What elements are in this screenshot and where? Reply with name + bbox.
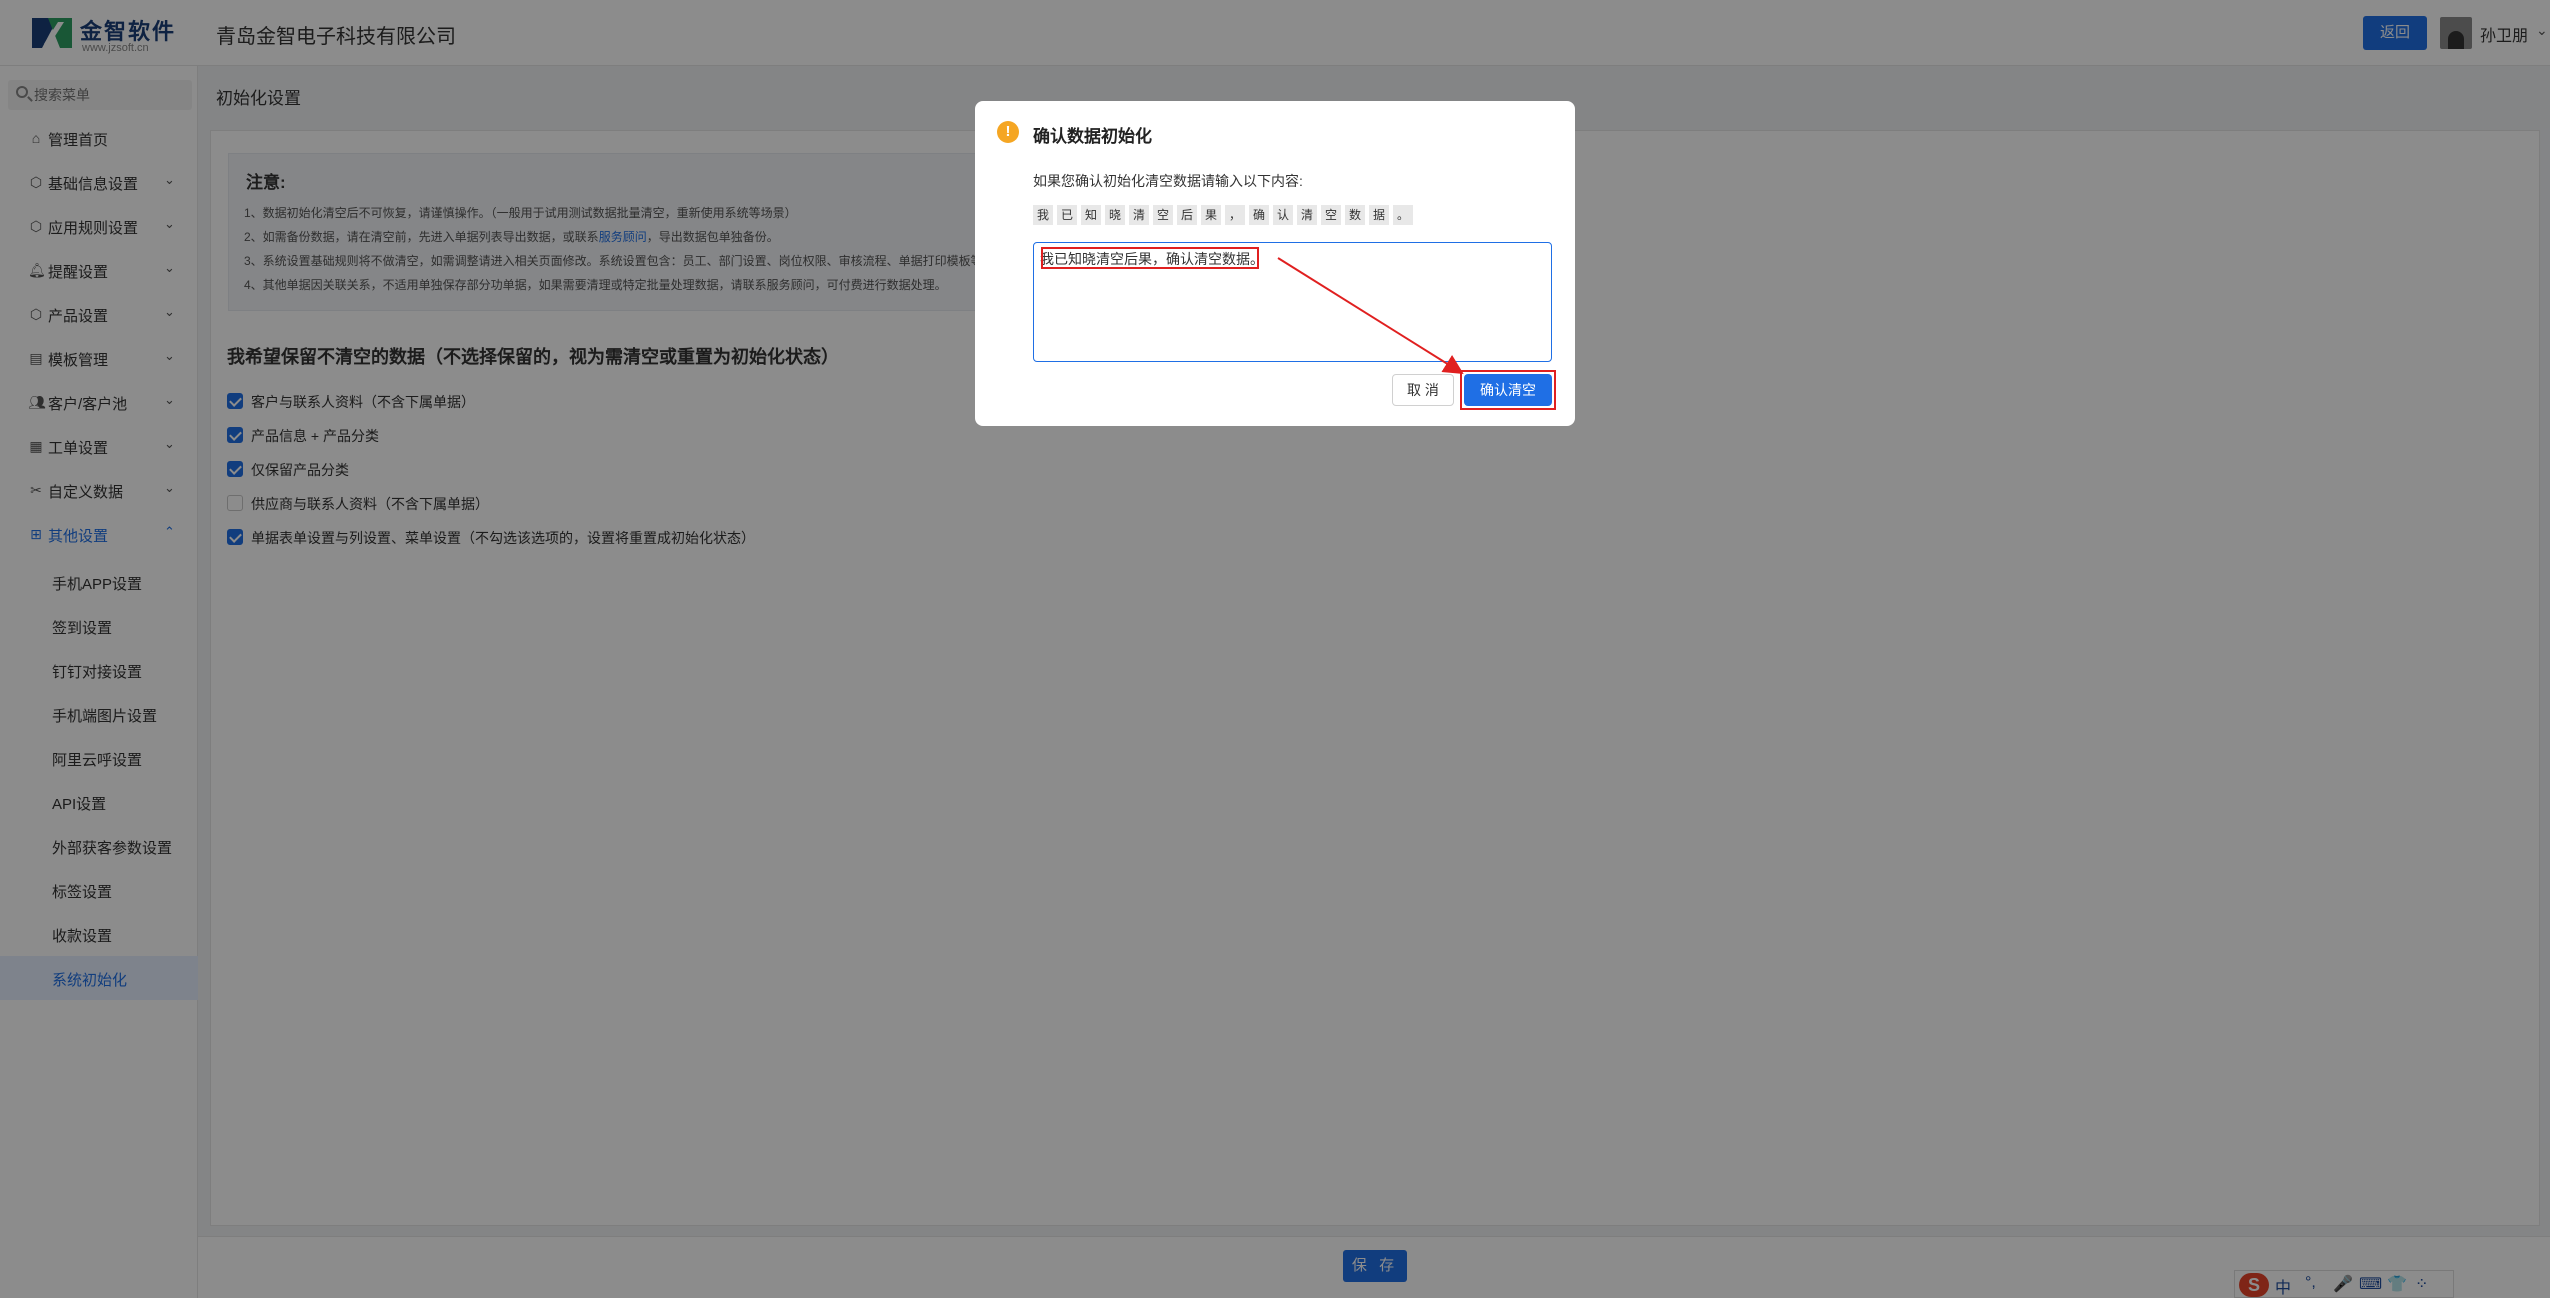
confirmation-char: 果	[1201, 205, 1221, 225]
confirmation-char: ，	[1225, 205, 1245, 225]
dialog-description: 如果您确认初始化清空数据请输入以下内容:	[1033, 173, 1303, 189]
confirmation-input[interactable]	[1033, 242, 1552, 362]
confirmation-char: 空	[1153, 205, 1173, 225]
confirmation-char: 清	[1297, 205, 1317, 225]
warning-icon: !	[997, 121, 1019, 143]
confirmation-char: 空	[1321, 205, 1341, 225]
confirmation-char: 确	[1249, 205, 1269, 225]
cancel-button[interactable]: 取 消	[1392, 374, 1454, 406]
confirmation-char: 。	[1393, 205, 1413, 225]
confirmation-char: 我	[1033, 205, 1053, 225]
dialog-title: 确认数据初始化	[1033, 127, 1152, 146]
confirmation-char: 知	[1081, 205, 1101, 225]
confirmation-char: 认	[1273, 205, 1293, 225]
confirm-clear-button[interactable]: 确认清空	[1464, 374, 1552, 406]
confirmation-char: 据	[1369, 205, 1389, 225]
confirmation-char: 已	[1057, 205, 1077, 225]
confirmation-char: 晓	[1105, 205, 1125, 225]
confirm-init-dialog: ! 确认数据初始化 如果您确认初始化清空数据请输入以下内容: 我已知晓清空后果，…	[975, 101, 1575, 426]
confirmation-char: 清	[1129, 205, 1149, 225]
confirmation-char: 后	[1177, 205, 1197, 225]
confirmation-char: 数	[1345, 205, 1365, 225]
